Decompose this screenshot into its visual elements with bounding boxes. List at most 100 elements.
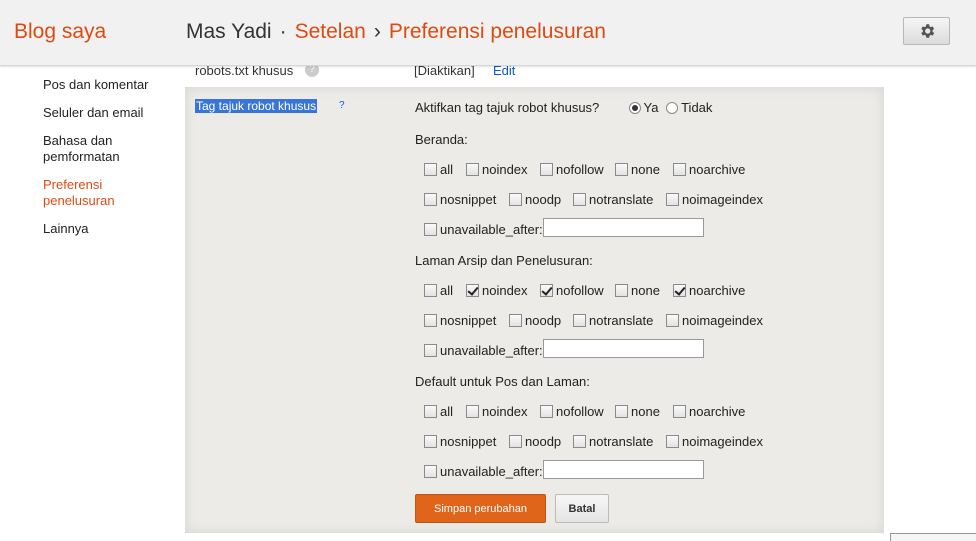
checkbox-label: notranslate: [589, 434, 654, 449]
sidebar-item-other[interactable]: Lainnya: [43, 221, 163, 237]
checkbox[interactable]: [615, 163, 628, 176]
checkbox[interactable]: [424, 284, 437, 297]
checkbox[interactable]: [666, 314, 679, 327]
option-noarchive[interactable]: noarchive: [673, 162, 745, 177]
option-unavailable_after[interactable]: unavailable_after:: [424, 343, 543, 358]
checkbox[interactable]: [466, 163, 479, 176]
resize-corner: [890, 533, 976, 541]
option-noindex[interactable]: noindex: [466, 404, 528, 419]
option-noarchive[interactable]: noarchive: [673, 404, 745, 419]
checkbox[interactable]: [540, 405, 553, 418]
option-unavailable_after[interactable]: unavailable_after:: [424, 222, 543, 237]
checkbox-label: nosnippet: [440, 434, 497, 449]
checkbox[interactable]: [540, 163, 553, 176]
sidebar-item-posts-comments[interactable]: Pos dan komentar: [43, 77, 163, 93]
checkbox-label: noimageindex: [682, 313, 763, 328]
option-noindex[interactable]: noindex: [466, 162, 528, 177]
option-all[interactable]: all: [424, 162, 453, 177]
option-noimageindex[interactable]: noimageindex: [666, 313, 763, 328]
option-none[interactable]: none: [615, 162, 660, 177]
blog-logo[interactable]: Blog saya: [14, 20, 106, 44]
checkbox[interactable]: [424, 163, 437, 176]
checkbox[interactable]: [466, 405, 479, 418]
checkbox[interactable]: [666, 435, 679, 448]
checkbox[interactable]: [573, 314, 586, 327]
unavailable-after-input[interactable]: [543, 339, 704, 358]
sidebar-item-language-formatting[interactable]: Bahasa dan pemformatan: [43, 133, 163, 165]
sidebar-item-search-preferences[interactable]: Preferensi penelusuran: [43, 177, 163, 209]
robot-tags-help-link[interactable]: ?: [339, 100, 345, 111]
option-nofollow[interactable]: nofollow: [540, 404, 604, 419]
checkbox[interactable]: [424, 314, 437, 327]
breadcrumb-dot: ·: [279, 20, 287, 43]
checkbox[interactable]: [424, 344, 437, 357]
option-unavailable_after[interactable]: unavailable_after:: [424, 464, 543, 479]
checkbox[interactable]: [540, 284, 553, 297]
checkbox[interactable]: [573, 193, 586, 206]
checkbox[interactable]: [615, 405, 628, 418]
option-noimageindex[interactable]: noimageindex: [666, 434, 763, 449]
radio-yes[interactable]: [628, 102, 641, 114]
checkbox-label: nofollow: [556, 404, 604, 419]
checkbox[interactable]: [673, 405, 686, 418]
option-all[interactable]: all: [424, 283, 453, 298]
radio-no-label: Tidak: [681, 100, 713, 115]
option-noarchive[interactable]: noarchive: [673, 283, 745, 298]
option-notranslate[interactable]: notranslate: [573, 192, 653, 207]
breadcrumb-settings[interactable]: Setelan: [295, 20, 366, 43]
option-notranslate[interactable]: notranslate: [573, 434, 653, 449]
checkbox[interactable]: [673, 163, 686, 176]
settings-sidebar: Pos dan komentar Seluler dan email Bahas…: [43, 77, 163, 249]
option-noodp[interactable]: noodp: [509, 313, 561, 328]
option-nosnippet[interactable]: nosnippet: [424, 434, 496, 449]
checkbox[interactable]: [466, 284, 479, 297]
unavailable-after-input[interactable]: [543, 460, 704, 479]
option-all[interactable]: all: [424, 404, 453, 419]
option-noodp[interactable]: noodp: [509, 434, 561, 449]
save-button[interactable]: Simpan perubahan: [415, 494, 546, 523]
checkbox-label: notranslate: [589, 313, 654, 328]
option-notranslate[interactable]: notranslate: [573, 313, 653, 328]
breadcrumb: Mas Yadi · Setelan › Preferensi penelusuran: [186, 20, 606, 44]
option-nosnippet[interactable]: nosnippet: [424, 313, 496, 328]
checkbox[interactable]: [509, 193, 522, 206]
checkbox-label: noarchive: [689, 283, 746, 298]
checkbox-label: noindex: [482, 162, 528, 177]
checkbox[interactable]: [509, 314, 522, 327]
checkbox-label: nosnippet: [440, 313, 497, 328]
checkbox[interactable]: [666, 193, 679, 206]
option-noimageindex[interactable]: noimageindex: [666, 192, 763, 207]
checkbox-label: unavailable_after:: [440, 222, 543, 237]
enable-question-row: Aktifkan tag tajuk robot khusus? Ya Tida…: [415, 100, 712, 115]
checkbox[interactable]: [424, 193, 437, 206]
option-noindex[interactable]: noindex: [466, 283, 528, 298]
checkbox-label: noodp: [525, 434, 562, 449]
option-none[interactable]: none: [615, 404, 660, 419]
unavailable-after-input[interactable]: [543, 218, 704, 237]
checkbox[interactable]: [573, 435, 586, 448]
checkbox[interactable]: [509, 435, 522, 448]
radio-no[interactable]: [666, 102, 679, 114]
checkbox-label: noindex: [482, 283, 528, 298]
checkbox-label: all: [440, 283, 454, 298]
checkbox-label: none: [631, 283, 660, 298]
checkbox-label: all: [440, 162, 454, 177]
settings-button[interactable]: [903, 17, 950, 45]
cancel-button[interactable]: Batal: [555, 494, 609, 523]
checkbox[interactable]: [673, 284, 686, 297]
option-nosnippet[interactable]: nosnippet: [424, 192, 496, 207]
option-nofollow[interactable]: nofollow: [540, 283, 604, 298]
checkbox[interactable]: [424, 465, 437, 478]
checkbox-label: unavailable_after:: [440, 464, 543, 479]
robot-tags-label: Tag tajuk robot khusus: [195, 99, 318, 113]
option-none[interactable]: none: [615, 283, 660, 298]
option-noodp[interactable]: noodp: [509, 192, 561, 207]
checkbox-label: notranslate: [589, 192, 654, 207]
checkbox[interactable]: [424, 435, 437, 448]
option-nofollow[interactable]: nofollow: [540, 162, 604, 177]
checkbox[interactable]: [424, 223, 437, 236]
checkbox[interactable]: [615, 284, 628, 297]
gear-icon: [920, 24, 934, 38]
sidebar-item-mobile-email[interactable]: Seluler dan email: [43, 105, 163, 121]
checkbox[interactable]: [424, 405, 437, 418]
